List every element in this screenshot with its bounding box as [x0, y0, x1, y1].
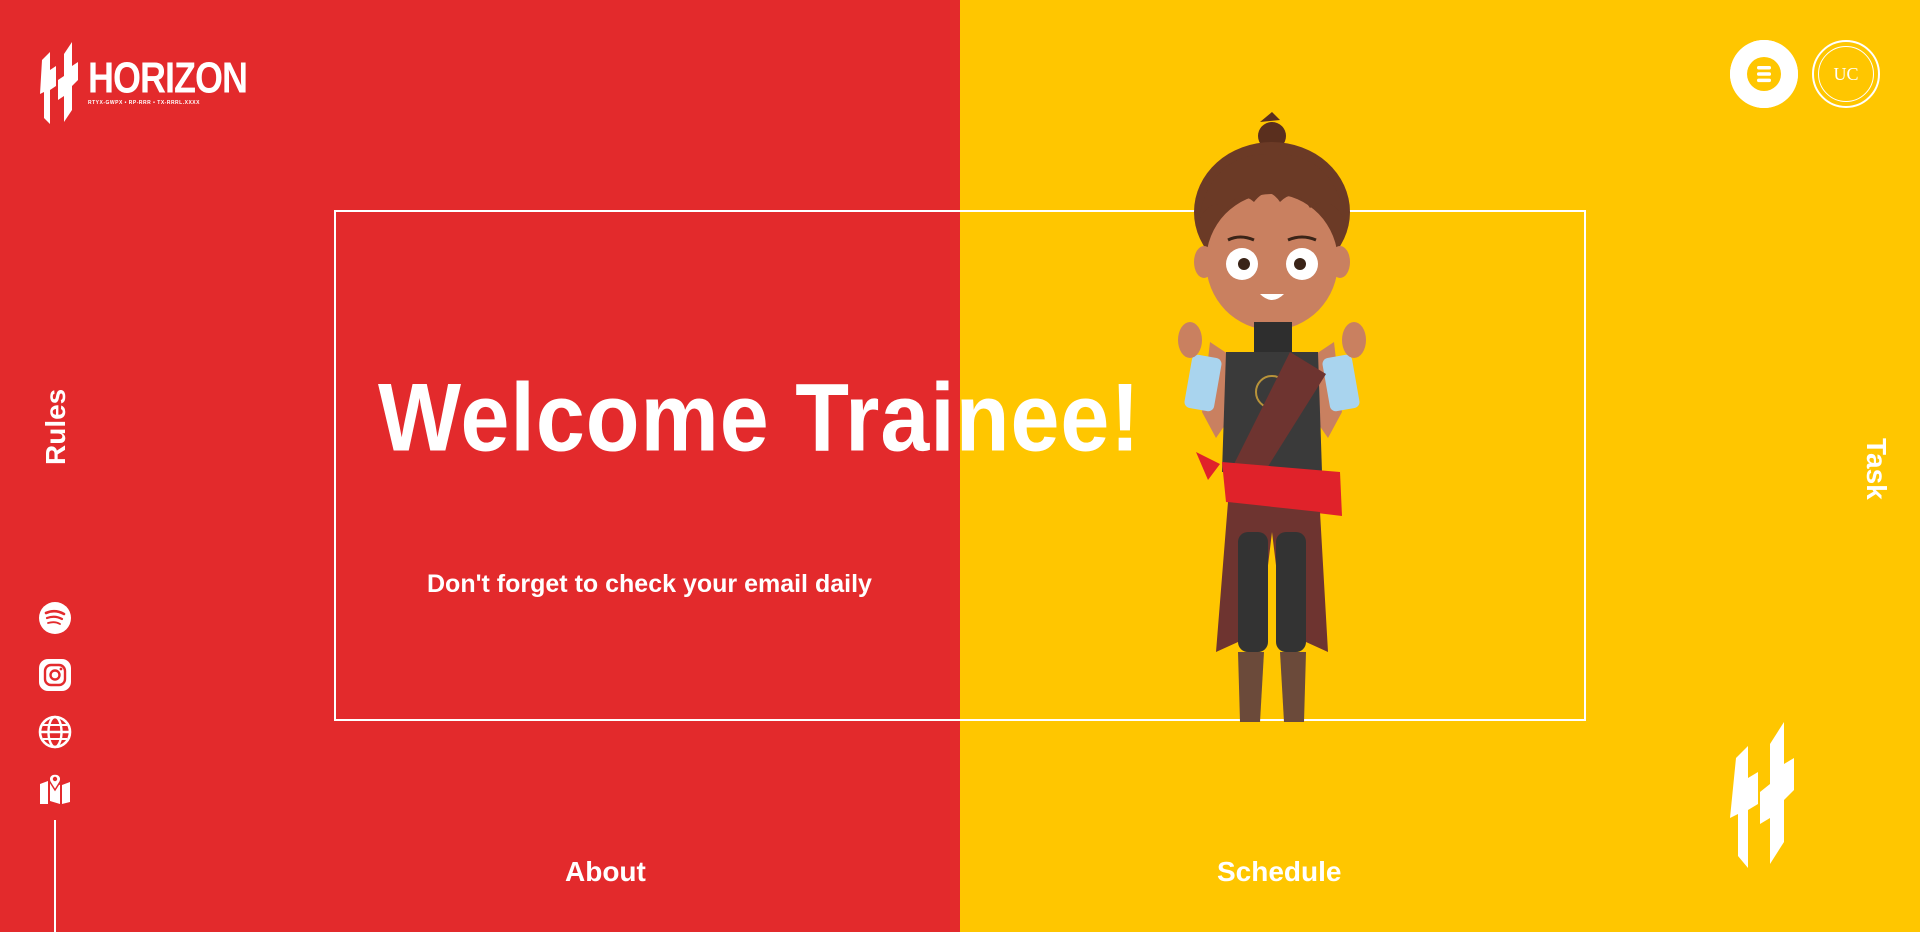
horizon-mark-icon	[40, 42, 78, 124]
map-icon[interactable]	[38, 772, 72, 806]
partner-badge-2[interactable]: UC	[1812, 40, 1880, 108]
task-link[interactable]: Task	[1860, 438, 1892, 500]
brand-logo[interactable]: HORIZON RTYX-GWPX • RP-RRR • TX-RRRL.XXX…	[38, 40, 248, 126]
partner-badge-2-text: UC	[1818, 46, 1874, 102]
scroll-line	[54, 820, 56, 932]
brand-name: HORIZON	[88, 52, 248, 102]
mascot-character-image	[1178, 112, 1366, 722]
rules-link[interactable]: Rules	[40, 389, 72, 465]
about-link[interactable]: About	[565, 856, 646, 888]
globe-icon[interactable]	[38, 715, 72, 749]
schedule-link[interactable]: Schedule	[1217, 856, 1341, 888]
partner-badge-1[interactable]	[1730, 40, 1798, 108]
spotify-icon[interactable]	[38, 601, 72, 635]
hero-title: Welcome Trainee!	[378, 362, 1141, 472]
horizon-large-mark-icon	[1730, 722, 1794, 868]
instagram-icon[interactable]	[38, 658, 72, 692]
hero-subtitle: Don't forget to check your email daily	[427, 570, 872, 598]
